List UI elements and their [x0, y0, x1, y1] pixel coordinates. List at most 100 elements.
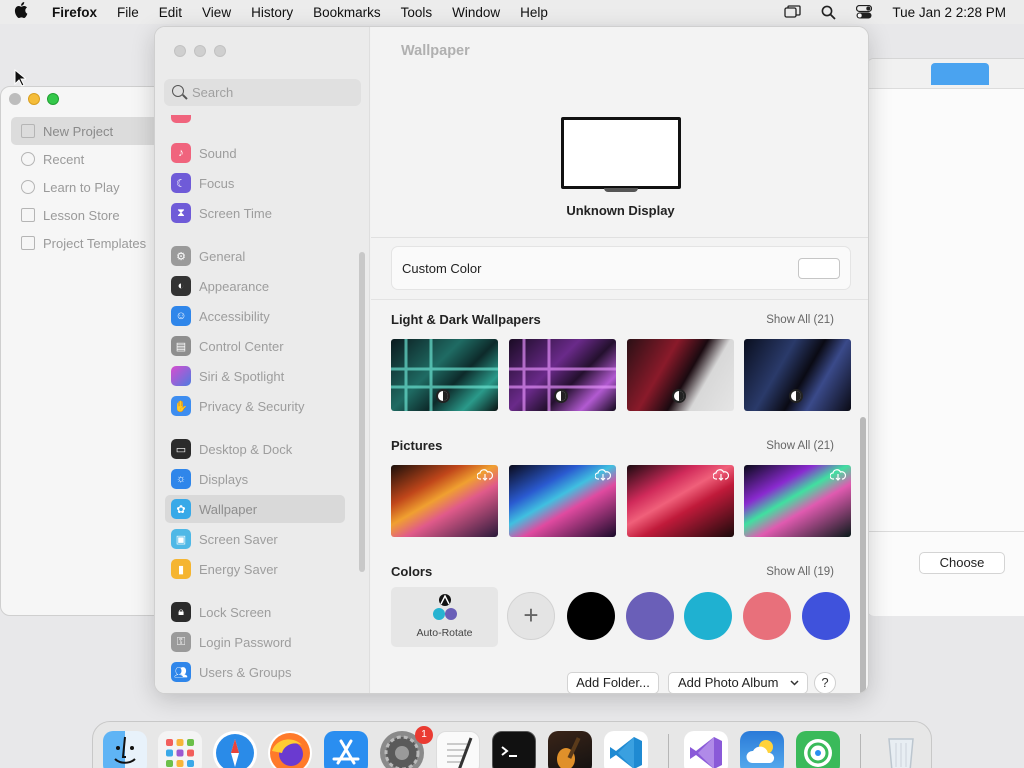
wallpaper-thumb-pictures-4[interactable] — [744, 465, 851, 537]
close-button[interactable] — [174, 45, 186, 57]
visual-studio-icon[interactable] — [684, 731, 728, 768]
app-store-icon[interactable] — [324, 731, 368, 768]
close-button[interactable] — [9, 93, 21, 105]
custom-color-swatch[interactable] — [798, 258, 840, 279]
sidebar-item-privacy-security[interactable]: ✋ Privacy & Security — [165, 392, 345, 420]
pane-scrollbar[interactable] — [860, 417, 866, 693]
wallpaper-thumb-pictures-3[interactable] — [627, 465, 734, 537]
sidebar-item-partial[interactable] — [165, 115, 345, 127]
menu-history[interactable]: History — [241, 5, 303, 20]
users-icon: 👥︎ — [171, 662, 191, 682]
nav-new-project[interactable]: New Project — [11, 117, 169, 145]
nav-label: Learn to Play — [43, 179, 120, 195]
menu-bookmarks[interactable]: Bookmarks — [303, 5, 391, 20]
folder-icon[interactable] — [931, 63, 989, 85]
minimize-button[interactable] — [194, 45, 206, 57]
show-all-light-dark-button[interactable]: Show All (21) — [766, 314, 834, 326]
menu-help[interactable]: Help — [510, 5, 558, 20]
download-cloud-icon — [477, 469, 493, 481]
color-swatch-pink[interactable] — [743, 592, 791, 640]
dynamic-wallpaper-icon — [554, 389, 568, 403]
color-swatch-black[interactable] — [567, 592, 615, 640]
sidebar-list: ♪ Sound ☾ Focus ⧗ Screen Time ⚙ General ◐ App… — [155, 115, 370, 693]
sidebar-item-siri-spotlight[interactable]: Siri & Spotlight — [165, 362, 345, 390]
garageband-icon[interactable] — [548, 731, 592, 768]
download-cloud-icon — [595, 469, 611, 481]
mouse-cursor-icon — [14, 69, 26, 87]
firefox-icon[interactable] — [268, 731, 312, 768]
sidebar-item-sound[interactable]: ♪ Sound — [165, 139, 345, 167]
color-swatch-purple[interactable] — [626, 592, 674, 640]
nav-recent[interactable]: Recent — [11, 145, 169, 173]
wallpaper-thumb-light-dark-2[interactable] — [509, 339, 616, 411]
terminal-icon[interactable] — [492, 731, 536, 768]
show-all-pictures-button[interactable]: Show All (21) — [766, 440, 834, 452]
sidebar-item-wallpaper[interactable]: ✿ Wallpaper — [165, 495, 345, 523]
nav-lesson-store[interactable]: Lesson Store — [11, 201, 169, 229]
control-center-icon[interactable] — [846, 5, 882, 19]
sidebar-item-energy-saver[interactable]: ▮ Energy Saver — [165, 555, 345, 583]
sidebar-item-lock-screen[interactable]: 🔒︎ Lock Screen — [165, 598, 345, 626]
sidebar-item-general[interactable]: ⚙ General — [165, 242, 345, 270]
wallpaper-thumb-pictures-1[interactable] — [391, 465, 498, 537]
sidebar-item-appearance[interactable]: ◐ Appearance — [165, 272, 345, 300]
trash-icon[interactable] — [879, 731, 923, 768]
screen-mirroring-icon[interactable] — [774, 5, 811, 19]
sidebar-scrollbar[interactable] — [359, 252, 365, 572]
folder-icon — [21, 236, 35, 250]
safari-icon[interactable] — [213, 731, 257, 768]
apple-logo-icon[interactable] — [0, 2, 42, 22]
find-my-icon[interactable] — [796, 731, 840, 768]
sidebar-item-users-groups[interactable]: 👥︎ Users & Groups — [165, 658, 345, 686]
menu-clock[interactable]: Tue Jan 2 2:28 PM — [882, 5, 1006, 20]
sidebar-item-screen-saver[interactable]: ▣ Screen Saver — [165, 525, 345, 553]
nav-learn-to-play[interactable]: Learn to Play — [11, 173, 169, 201]
sidebar-item-accessibility[interactable]: ☺ Accessibility — [165, 302, 345, 330]
finder-icon[interactable] — [103, 731, 147, 768]
zoom-button[interactable] — [214, 45, 226, 57]
sidebar-item-displays[interactable]: ☼ Displays — [165, 465, 345, 493]
sidebar-item-desktop-dock[interactable]: ▭ Desktop & Dock — [165, 435, 345, 463]
help-button[interactable]: ? — [814, 672, 836, 693]
menu-edit[interactable]: Edit — [149, 5, 192, 20]
dynamic-wallpaper-icon — [789, 389, 803, 403]
add-color-button[interactable]: + — [507, 592, 555, 640]
spotlight-search-icon[interactable] — [811, 5, 846, 20]
accessibility-icon: ☺ — [171, 306, 191, 326]
menu-view[interactable]: View — [192, 5, 241, 20]
sound-icon: ♪ — [171, 143, 191, 163]
show-all-colors-button[interactable]: Show All (19) — [766, 566, 834, 578]
auto-rotate-tile[interactable]: Auto-Rotate — [391, 587, 498, 647]
wallpaper-thumb-light-dark-3[interactable] — [627, 339, 734, 411]
nav-label: Project Templates — [43, 235, 147, 251]
wallpaper-thumb-pictures-2[interactable] — [509, 465, 616, 537]
key-icon: ⚿ — [171, 632, 191, 652]
display-name: Unknown Display — [566, 203, 675, 218]
nav-project-templates[interactable]: Project Templates — [11, 229, 169, 257]
menu-window[interactable]: Window — [442, 5, 510, 20]
sidebar-item-focus[interactable]: ☾ Focus — [165, 169, 345, 197]
sidebar-item-screen-time[interactable]: ⧗ Screen Time — [165, 199, 345, 227]
sidebar-item-login-password[interactable]: ⚿ Login Password — [165, 628, 345, 656]
weather-icon[interactable] — [740, 731, 784, 768]
vscode-icon[interactable] — [604, 731, 648, 768]
search-input[interactable]: Search — [164, 79, 361, 106]
color-swatch-teal[interactable] — [684, 592, 732, 640]
menu-file[interactable]: File — [107, 5, 149, 20]
choose-button[interactable]: Choose — [919, 552, 1005, 574]
menu-tools[interactable]: Tools — [391, 5, 443, 20]
wallpaper-thumb-light-dark-1[interactable] — [391, 339, 498, 411]
custom-color-row[interactable]: Custom Color — [391, 246, 851, 290]
add-folder-button[interactable]: Add Folder... — [567, 672, 659, 693]
minimize-button[interactable] — [28, 93, 40, 105]
sidebar-item-control-center[interactable]: ▤ Control Center — [165, 332, 345, 360]
zoom-button[interactable] — [47, 93, 59, 105]
wallpaper-thumb-light-dark-4[interactable] — [744, 339, 851, 411]
color-swatch-blue[interactable] — [802, 592, 850, 640]
textedit-icon[interactable] — [436, 731, 480, 768]
screen-saver-icon: ▣ — [171, 529, 191, 549]
add-photo-album-button[interactable]: Add Photo Album — [668, 672, 808, 693]
dock-separator — [668, 734, 669, 768]
launchpad-icon[interactable] — [158, 731, 202, 768]
menu-app-name[interactable]: Firefox — [42, 5, 107, 20]
